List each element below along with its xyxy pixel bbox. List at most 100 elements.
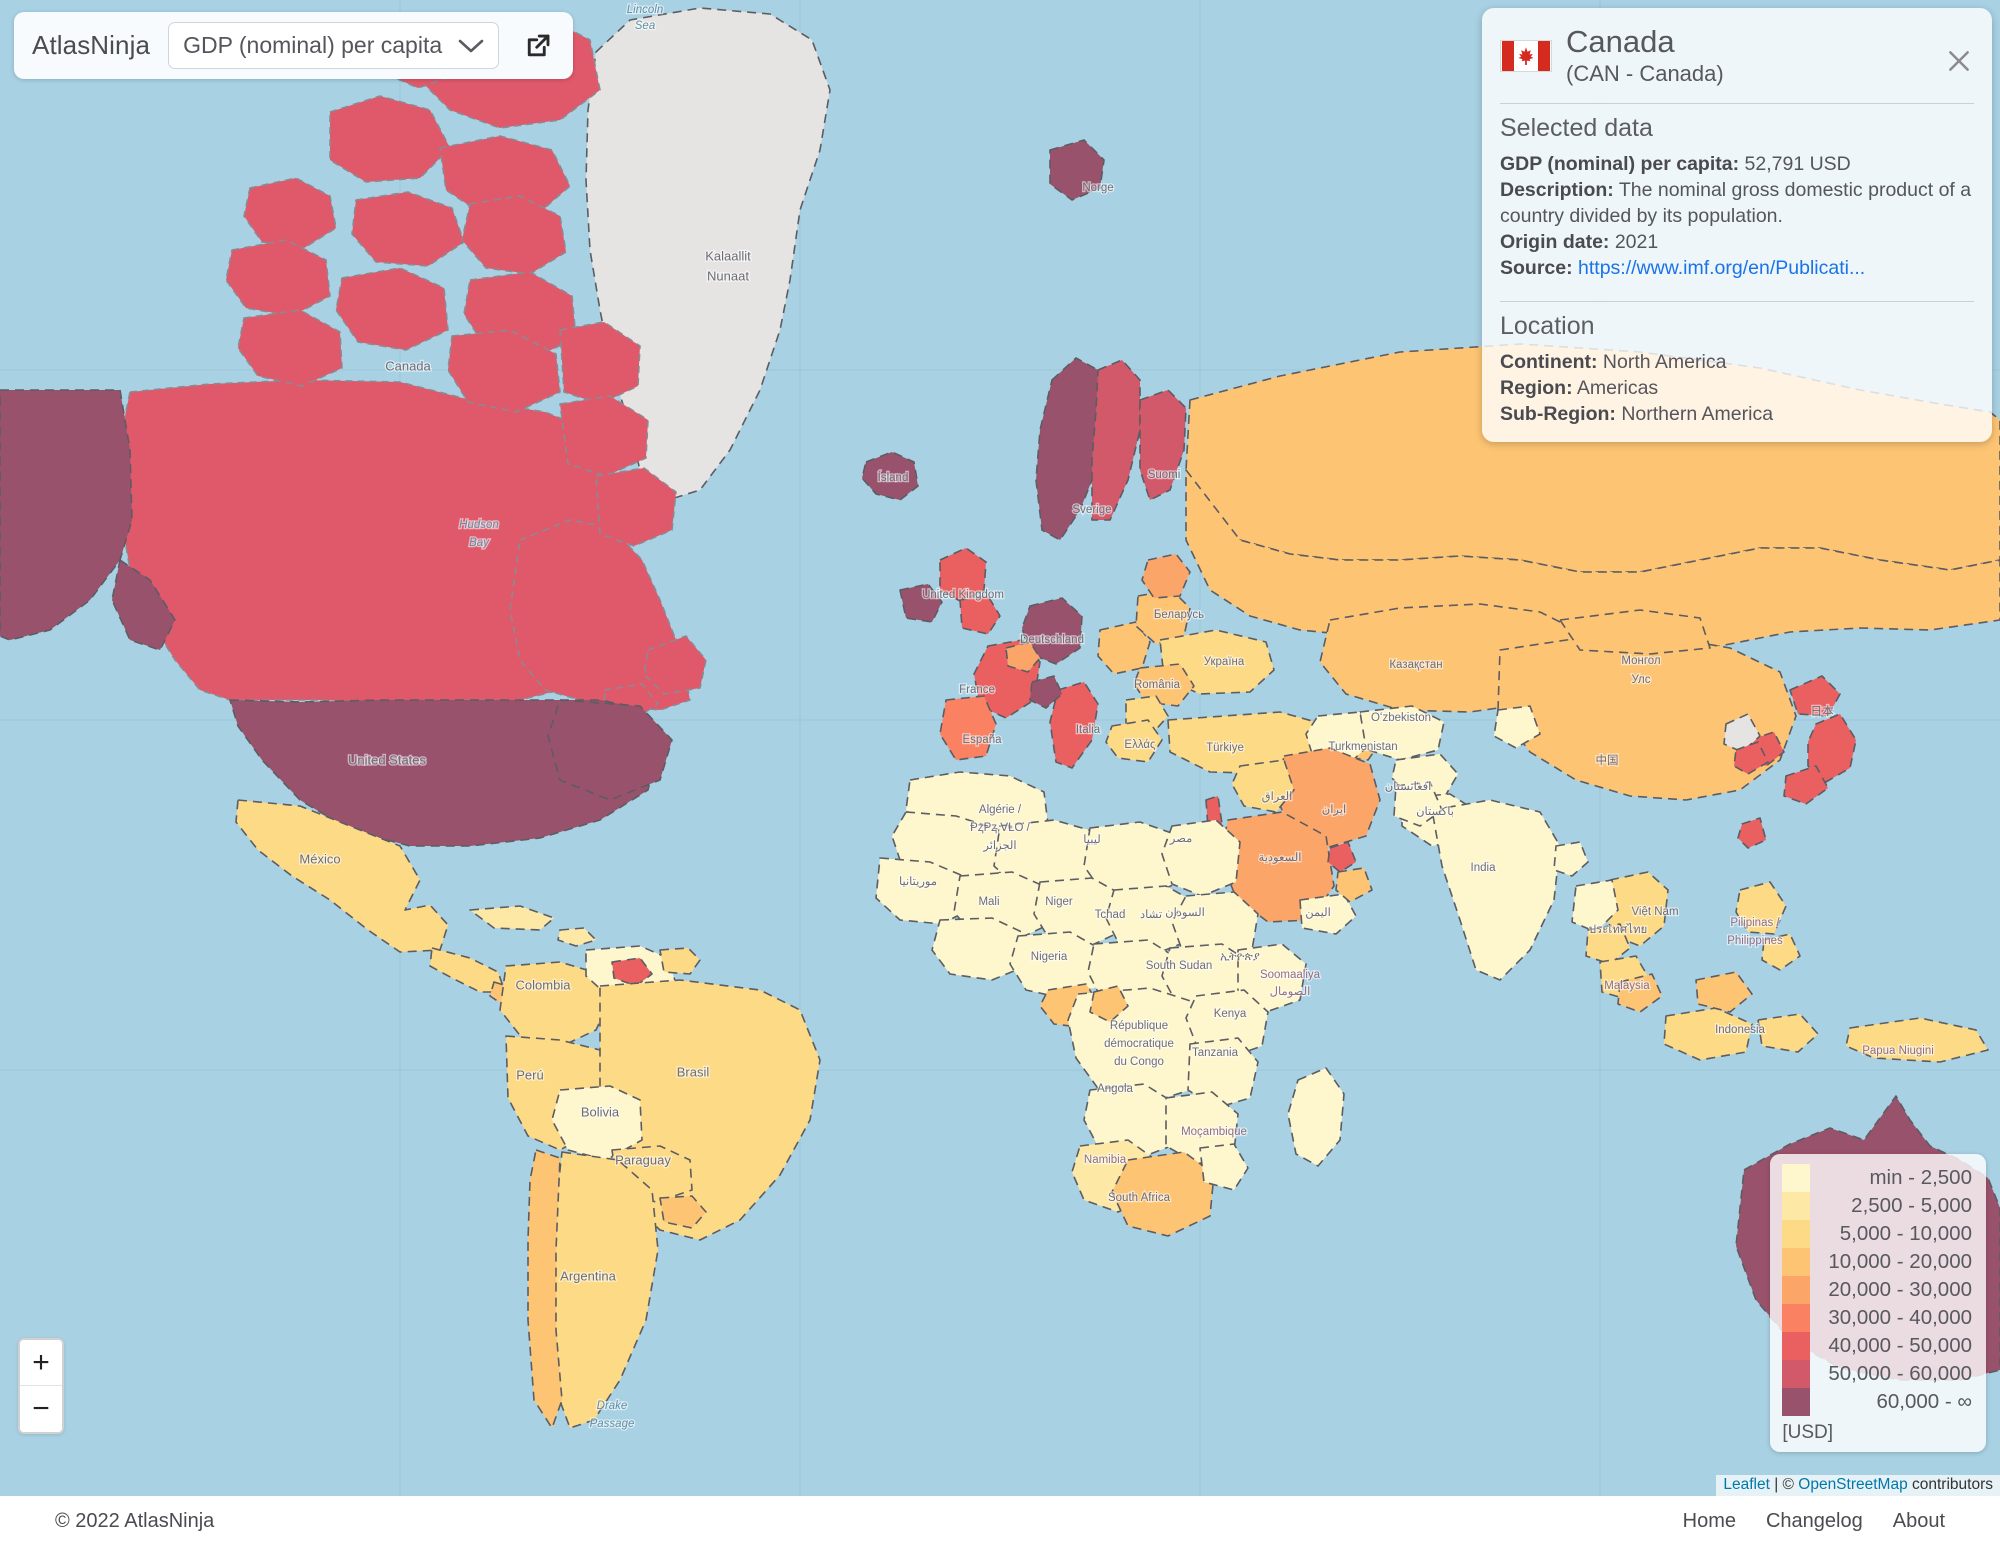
top-toolbar: AtlasNinja GDP (nominal) per capita	[14, 12, 574, 79]
selected-data-row: GDP (nominal) per capita: 52,791 USD	[1500, 152, 1974, 178]
legend-color-swatch	[1782, 1304, 1811, 1332]
map-label: United States	[348, 752, 427, 767]
copyright-mark: ©	[1782, 1476, 1799, 1493]
map-label: مصر	[1169, 833, 1192, 845]
gdp-value: 52,791 USD	[1739, 152, 1851, 175]
map-label: Perú	[516, 1067, 543, 1082]
map-label: افغانستان	[1385, 780, 1432, 793]
legend-range-label: 50,000 - 60,000	[1828, 1362, 1972, 1385]
legend-color-swatch	[1782, 1220, 1811, 1248]
caribbean[interactable]	[469, 905, 597, 947]
metric-select-dropdown[interactable]: GDP (nominal) per capita	[168, 22, 500, 69]
footer-link-home[interactable]: Home	[1683, 1510, 1736, 1533]
map-label: South Sudan	[1146, 960, 1213, 972]
map-label: Namibia	[1084, 1154, 1127, 1166]
source-link[interactable]: https://www.imf.org/en/Publicati...	[1578, 257, 1865, 279]
attribution-suffix: contributors	[1907, 1476, 1993, 1493]
legend-range-label: 20,000 - 30,000	[1828, 1278, 1972, 1301]
canada-flag-icon	[1500, 40, 1552, 72]
map-legend: min - 2,500 2,500 - 5,000 5,000 - 10,000 10…	[1770, 1154, 1986, 1452]
map-label: ایران	[1322, 803, 1346, 816]
map-label: Kalaallit	[705, 248, 751, 263]
map-label: Canada	[385, 358, 431, 373]
map-label: Kenya	[1214, 1008, 1247, 1020]
map-label: Ísland	[878, 471, 909, 484]
country-title-block: Canada (CAN - Canada)	[1566, 24, 1974, 87]
map-label: Казақстан	[1389, 659, 1442, 671]
map-label: Philippines	[1727, 935, 1783, 947]
map-label: Ελλάς	[1124, 739, 1156, 751]
map-label: Passage	[590, 1418, 635, 1430]
map-label: Malaysia	[1604, 980, 1650, 992]
zoom-in-button[interactable]: +	[20, 1340, 62, 1386]
zoom-out-button[interactable]: −	[20, 1386, 62, 1432]
map-label: Paraguay	[615, 1152, 671, 1167]
map-label: Sea	[635, 20, 655, 32]
map-label: Nunaat	[707, 268, 749, 283]
selected-data-heading: Selected data	[1500, 113, 1653, 142]
page-footer: © 2022 AtlasNinja Home Changelog About	[0, 1496, 2000, 1546]
map-label: South Africa	[1108, 1192, 1171, 1204]
map-label: México	[299, 851, 340, 866]
map-label: Oʻzbekiston	[1371, 712, 1431, 724]
legend-item: 30,000 - 40,000	[1782, 1304, 1972, 1332]
map-label: România	[1134, 679, 1181, 691]
legend-item: 5,000 - 10,000	[1782, 1220, 1972, 1248]
region-value: Americas	[1572, 377, 1659, 400]
map-label: Hudson	[459, 519, 499, 531]
location-row: Sub-Region: Northern America	[1500, 402, 1974, 428]
map-attribution: Leaflet | © OpenStreetMap contributors	[1716, 1475, 2000, 1496]
map-label: United Kingdom	[922, 589, 1004, 601]
continent-label: Continent:	[1500, 351, 1598, 374]
map-label: Papua Niugini	[1862, 1045, 1934, 1057]
legend-item: min - 2,500	[1782, 1164, 1972, 1192]
legend-range-label: min - 2,500	[1869, 1166, 1972, 1189]
footer-links: Home Changelog About	[1683, 1510, 1945, 1533]
map-label: Улс	[1632, 674, 1651, 686]
map-label: Tanzania	[1192, 1047, 1239, 1059]
source-label: Source:	[1500, 256, 1573, 279]
south-america[interactable]	[499, 945, 821, 1429]
legend-item: 2,500 - 5,000	[1782, 1192, 1972, 1220]
map-label: démocratique	[1104, 1038, 1174, 1050]
legend-range-label: 2,500 - 5,000	[1851, 1194, 1972, 1217]
map-label: Bolivia	[581, 1104, 620, 1119]
legend-color-swatch	[1782, 1360, 1811, 1388]
close-icon[interactable]	[1946, 48, 1972, 74]
map-label: السعودية	[1259, 851, 1302, 864]
map-label: Lincoln	[627, 4, 663, 16]
map-zoom-control: + −	[18, 1338, 64, 1434]
legend-item: 60,000 - ∞	[1782, 1388, 1972, 1416]
southeast-asia[interactable]	[1571, 871, 1989, 1063]
footer-link-changelog[interactable]: Changelog	[1766, 1510, 1863, 1533]
legend-range-label: 30,000 - 40,000	[1828, 1306, 1972, 1329]
external-link-icon[interactable]	[521, 29, 555, 63]
chevron-down-icon	[458, 38, 484, 54]
region-label: Region:	[1500, 377, 1573, 400]
map-label: تشاد	[1140, 908, 1162, 921]
map-label: ประเทศไทย	[1589, 923, 1648, 936]
legend-color-swatch	[1782, 1276, 1811, 1304]
legend-item: 20,000 - 30,000	[1782, 1276, 1972, 1304]
map-label: الجزائر	[982, 839, 1016, 852]
map-label: 中国	[1596, 754, 1619, 767]
map-label: Việt Nam	[1631, 906, 1678, 918]
map-label: Italia	[1076, 724, 1101, 736]
legend-color-swatch	[1782, 1332, 1811, 1360]
country-name: Canada	[1566, 24, 1675, 59]
map-label: ኢትዮጵያ	[1220, 951, 1260, 963]
openstreetmap-link[interactable]: OpenStreetMap	[1798, 1476, 1907, 1493]
map-viewport[interactable]: .c-a{fill:#fef6cd}.c-b{fill:#fde8a6}.c-c…	[0, 0, 2000, 1496]
map-label: Niger	[1045, 896, 1073, 908]
legend-unit: [USD]	[1782, 1422, 1834, 1443]
continent-value: North America	[1597, 351, 1727, 374]
selected-data-row: Description: The nominal gross domestic …	[1500, 178, 1974, 230]
country-code: (CAN - Canada)	[1566, 60, 1724, 86]
map-label: ⱣⱬⱣⱬ,ⱯⱠO /	[970, 822, 1030, 834]
leaflet-link[interactable]: Leaflet	[1723, 1476, 1770, 1493]
legend-range-label: 60,000 - ∞	[1876, 1390, 1972, 1413]
map-label: Pilipinas /	[1730, 917, 1780, 929]
east-asia[interactable]	[1493, 609, 1857, 849]
location-heading: Location	[1500, 312, 1595, 341]
footer-link-about[interactable]: About	[1893, 1510, 1945, 1533]
